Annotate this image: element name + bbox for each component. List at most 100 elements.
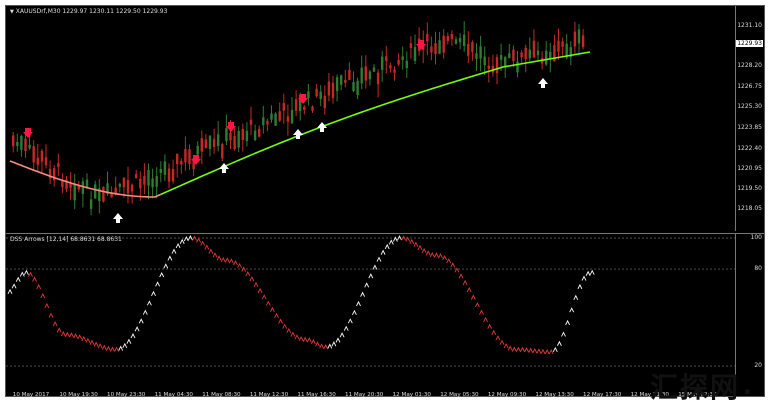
candle-body bbox=[450, 34, 454, 40]
dss-up-mark bbox=[335, 337, 341, 343]
candle-body bbox=[32, 146, 35, 163]
candle-body bbox=[81, 181, 85, 194]
dss-up-mark bbox=[11, 283, 17, 289]
price-pane[interactable]: ▼ XAUUSDrf,M30 1229.97 1230.11 1229.50 1… bbox=[6, 6, 764, 231]
dss-up-mark bbox=[175, 242, 181, 249]
time-axis[interactable]: 10 May 2017 10 May 19:30 10 May 23:30 11 Ma… bbox=[11, 392, 741, 401]
candle-body bbox=[282, 103, 285, 111]
dss-down-mark bbox=[36, 283, 42, 290]
price-scale[interactable]: 1231.10 1229.93 1228.20 1226.75 1225.30 … bbox=[735, 6, 764, 231]
dss-down-mark bbox=[208, 248, 214, 254]
candle-body bbox=[524, 47, 527, 60]
level-label: 80 bbox=[754, 265, 762, 272]
candle-body bbox=[545, 50, 548, 65]
candle-body bbox=[200, 138, 203, 152]
dss-down-mark bbox=[298, 335, 304, 342]
candle-body bbox=[581, 35, 585, 48]
candle-body bbox=[516, 61, 519, 73]
dss-down-mark bbox=[470, 294, 476, 300]
candle-body bbox=[155, 176, 158, 187]
time-label: 11 May 08:30 bbox=[202, 392, 241, 398]
dss-down-mark bbox=[286, 327, 292, 334]
candle-body bbox=[356, 80, 359, 95]
candle-body bbox=[94, 184, 97, 199]
candle-body bbox=[286, 116, 290, 122]
candle-body bbox=[171, 169, 175, 182]
dss-down-mark bbox=[81, 335, 87, 342]
candle-body bbox=[89, 199, 93, 209]
dss-up-mark bbox=[134, 326, 140, 332]
dss-down-mark bbox=[97, 343, 103, 349]
candle-body bbox=[573, 31, 577, 47]
dss-up-mark bbox=[347, 318, 353, 324]
chart-window[interactable]: ▼ XAUUSDrf,M30 1229.97 1230.11 1229.50 1… bbox=[5, 5, 765, 398]
candle-body bbox=[508, 53, 511, 59]
price-label: 1219.50 bbox=[737, 185, 762, 192]
dss-down-mark bbox=[483, 316, 489, 323]
candle-body bbox=[344, 79, 347, 83]
candle-body bbox=[331, 82, 335, 98]
dss-down-mark bbox=[40, 293, 46, 299]
candle-body bbox=[307, 91, 310, 98]
candle-body bbox=[20, 135, 23, 150]
dss-down-mark bbox=[101, 344, 107, 350]
candle-body bbox=[348, 69, 351, 80]
candle-body bbox=[294, 99, 298, 111]
candle-body bbox=[475, 53, 478, 59]
candle-body bbox=[212, 139, 216, 147]
dss-down-mark bbox=[28, 271, 33, 277]
dss-up-mark bbox=[388, 239, 394, 245]
dss-indicator-chart[interactable] bbox=[6, 234, 736, 391]
dss-up-mark bbox=[331, 341, 337, 347]
candle-body bbox=[528, 49, 531, 59]
dss-up-mark bbox=[552, 346, 558, 353]
dss-down-mark bbox=[56, 327, 62, 333]
dss-up-mark bbox=[565, 319, 571, 326]
price-label: 1226.75 bbox=[737, 83, 762, 90]
price-label: 1222.40 bbox=[737, 145, 762, 152]
candle-body bbox=[118, 183, 121, 187]
candle-body bbox=[561, 41, 564, 47]
current-price-label: 1229.93 bbox=[736, 40, 763, 47]
dss-up-mark bbox=[23, 269, 29, 275]
candle-body bbox=[360, 67, 363, 84]
dss-down-mark bbox=[421, 247, 427, 254]
buy-arrow-icon bbox=[317, 122, 327, 132]
candle-body bbox=[159, 168, 162, 174]
candle-body bbox=[147, 169, 150, 186]
candle-body bbox=[167, 168, 171, 182]
candle-body bbox=[364, 66, 367, 81]
dss-down-mark bbox=[77, 334, 83, 340]
dss-down-mark bbox=[323, 344, 329, 350]
dss-down-mark bbox=[548, 349, 554, 355]
candle-body bbox=[274, 113, 277, 126]
watermark-text: 汇探网. bbox=[650, 371, 755, 404]
dss-up-mark bbox=[155, 281, 161, 287]
price-label: 1225.30 bbox=[737, 103, 762, 110]
dss-up-mark bbox=[380, 249, 386, 255]
dss-up-mark bbox=[15, 276, 21, 282]
dss-down-mark bbox=[89, 339, 95, 345]
candle-body bbox=[217, 134, 220, 147]
sell-arrow-icon bbox=[416, 40, 426, 50]
dss-down-mark bbox=[105, 345, 111, 351]
candle-body bbox=[467, 43, 470, 56]
dss-up-mark bbox=[7, 288, 13, 294]
candle-body bbox=[24, 138, 27, 152]
dss-down-mark bbox=[237, 262, 243, 269]
dss-up-mark bbox=[351, 309, 357, 316]
dss-up-mark bbox=[573, 294, 579, 300]
candle-body bbox=[208, 135, 212, 149]
candle-body bbox=[512, 49, 515, 62]
dss-down-mark bbox=[64, 331, 70, 337]
dss-down-mark bbox=[540, 348, 546, 354]
dss-down-mark bbox=[487, 323, 493, 329]
candle-body bbox=[368, 71, 372, 80]
time-label: 12 May 17:30 bbox=[583, 392, 622, 398]
price-chart[interactable] bbox=[6, 6, 736, 231]
dss-up-mark bbox=[585, 270, 591, 276]
symbol-title: ▼ XAUUSDrf,M30 1229.97 1230.11 1229.50 1… bbox=[10, 8, 168, 15]
candle-body bbox=[278, 111, 281, 121]
dss-down-mark bbox=[450, 262, 456, 268]
dss-down-mark bbox=[274, 312, 279, 319]
